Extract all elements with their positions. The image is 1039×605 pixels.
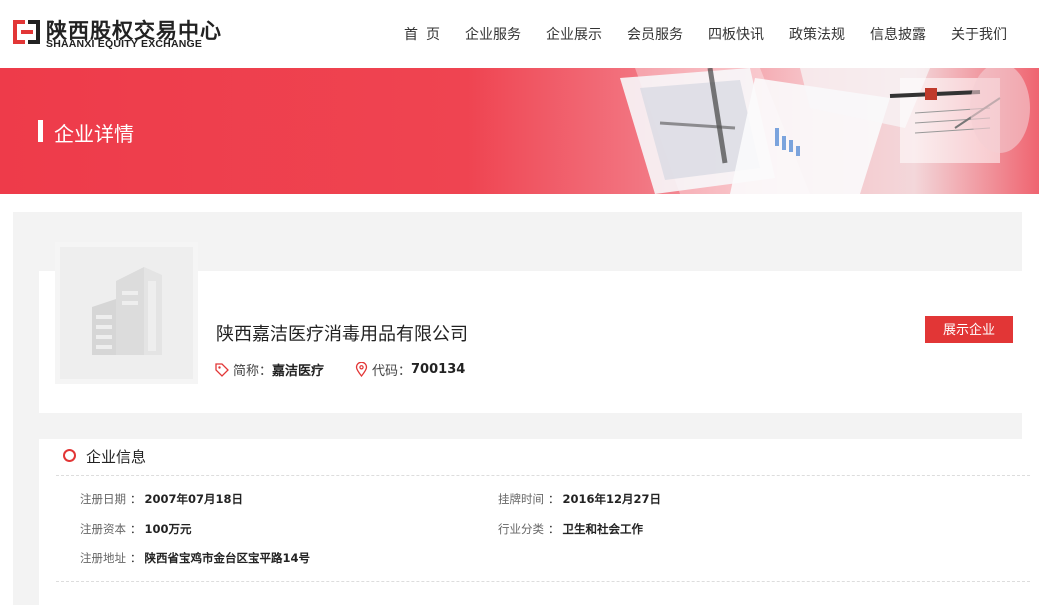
field-value: 2007年07月18日 (144, 492, 244, 506)
field-value: 卫生和社会工作 (562, 522, 644, 536)
banner-title-accent (38, 120, 43, 142)
divider (56, 475, 1030, 476)
field-separator: ： (130, 492, 142, 506)
field-registered-capital: 注册资本 ： 100万元 (80, 521, 192, 537)
field-value: 100万元 (144, 522, 192, 536)
field-register-date: 注册日期 ： 2007年07月18日 (80, 491, 243, 507)
nav-item-member-service[interactable]: 会员服务 (627, 24, 683, 44)
tag-icon (215, 362, 229, 377)
location-pin-icon (355, 362, 368, 377)
company-short-name: 简称： 嘉洁医疗 (215, 360, 324, 379)
company-logo-placeholder (55, 242, 198, 384)
nav-item-enterprise-service[interactable]: 企业服务 (465, 24, 521, 44)
page-banner: 企业详情 (0, 68, 1039, 194)
company-code: 代码： 700134 (355, 360, 465, 379)
nav-item-news[interactable]: 四板快讯 (708, 24, 764, 44)
divider (56, 581, 1030, 582)
field-value: 2016年12月27日 (562, 492, 662, 506)
field-separator: ： (548, 492, 560, 506)
field-value: 陕西省宝鸡市金台区宝平路14号 (144, 551, 311, 565)
company-name: 陕西嘉洁医疗消毒用品有限公司 (216, 324, 468, 345)
nav-item-home[interactable]: 首页 (404, 24, 448, 44)
field-label: 注册日期 (80, 492, 126, 506)
info-section-title: 企业信息 (86, 448, 147, 466)
field-label: 注册地址 (80, 551, 126, 565)
field-separator: ： (130, 551, 142, 565)
banner-illustration (620, 68, 1030, 194)
nav-item-disclosure[interactable]: 信息披露 (870, 24, 926, 44)
nav-item-about[interactable]: 关于我们 (951, 24, 1007, 44)
building-icon (92, 267, 162, 355)
field-separator: ： (130, 522, 142, 536)
main-nav: 首页 企业服务 企业展示 会员服务 四板快讯 政策法规 信息披露 关于我们 (404, 24, 1032, 44)
code-value: 700134 (411, 362, 466, 377)
field-industry: 行业分类 ：卫生和社会工作 (498, 521, 643, 537)
nav-item-enterprise-display[interactable]: 企业展示 (546, 24, 602, 44)
site-header: 陕西股权交易中心 SHAANXI EQUITY EXCHANGE 首页 企业服务… (0, 0, 1039, 68)
logo-mark-icon (13, 20, 40, 44)
page-title: 企业详情 (54, 122, 134, 146)
field-label: 注册资本 (80, 522, 126, 536)
logo-english-text: SHAANXI EQUITY EXCHANGE (46, 38, 203, 50)
field-label: 行业分类 (498, 522, 544, 536)
field-label: 挂牌时间 (498, 492, 544, 506)
short-name-label: 简称： (233, 364, 273, 379)
short-name-value: 嘉洁医疗 (272, 364, 325, 379)
field-separator: ： (548, 522, 560, 536)
show-enterprise-button[interactable]: 展示企业 (925, 316, 1013, 343)
code-label: 代码： (372, 364, 412, 379)
nav-item-policy[interactable]: 政策法规 (789, 24, 845, 44)
field-registered-address: 注册地址 ：陕西省宝鸡市金台区宝平路14号 (80, 550, 310, 566)
field-listing-date: 挂牌时间 ： 2016年12月27日 (498, 491, 661, 507)
section-circle-icon (63, 449, 76, 462)
